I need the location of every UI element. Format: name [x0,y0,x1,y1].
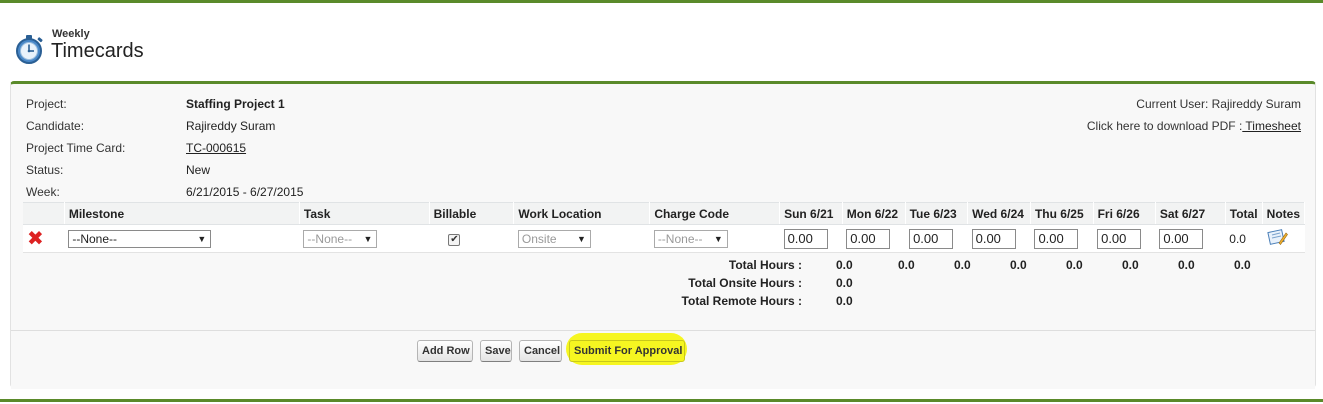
page-subtitle: Weekly [52,28,90,40]
delete-row-icon[interactable]: ✖ [27,228,44,250]
sat-hours-input[interactable]: 0.00 [1159,228,1204,249]
project-label: Project: [26,97,67,111]
col-header-task: Task [299,202,430,225]
col-header-mon: Mon 6/22 [842,202,906,225]
fri-hours-input[interactable]: 0.00 [1097,228,1142,249]
charge-code-select[interactable]: --None-- ▼ [653,229,728,248]
top-accent-line [0,0,1323,3]
stopwatch-icon [13,32,47,66]
col-header-wed: Wed 6/24 [967,202,1031,225]
thu-hours-input[interactable]: 0.00 [1034,228,1079,249]
work-location-select[interactable]: Onsite ▼ [517,229,591,248]
total-hours-tue: 0.0 [1010,258,1027,272]
task-select-value: --None-- [307,231,353,246]
chevron-down-icon: ▼ [197,233,207,244]
billable-checkbox[interactable]: ✔ [448,234,461,246]
row-total: 0.0 [1225,224,1263,253]
total-hours-fri: 0.0 [1178,258,1195,272]
col-header-milestone: Milestone [64,202,300,225]
status-value: New [186,163,211,177]
sun-hours-input[interactable]: 0.00 [783,228,828,249]
total-remote-hours-value: 0.0 [836,294,853,308]
table-header-row: Milestone Task Billable Work Location Ch… [23,202,1306,225]
chevron-down-icon: ▼ [363,233,373,244]
total-remote-hours-label: Total Remote Hours : [681,294,802,308]
col-header-notes: Notes [1262,202,1306,225]
col-header-charge-code: Charge Code [649,202,781,225]
button-bar: Add Row Save Cancel Submit For Approval [11,330,1315,389]
total-hours-wed: 0.0 [1066,258,1083,272]
timesheet-pdf-link[interactable]: Timesheet [1242,119,1301,133]
add-row-button[interactable]: Add Row [417,340,473,362]
table-row: ✖ --None-- ▼ --None-- ▼ ✔ Onsite ▼ --None--… [23,224,1305,253]
col-header-fri: Fri 6/26 [1093,202,1156,225]
timecard-table: Milestone Task Billable Work Location Ch… [23,202,1306,253]
bottom-accent-line [0,399,1323,402]
status-label: Status: [26,163,64,177]
col-header-billable: Billable [429,202,515,225]
charge-code-select-value: --None-- [657,231,703,246]
col-header-action [23,202,65,225]
total-hours-thu: 0.0 [1122,258,1139,272]
col-header-work-location: Work Location [513,202,651,225]
week-value: 6/21/2015 - 6/27/2015 [186,185,304,199]
col-header-tue: Tue 6/23 [905,202,969,225]
project-time-card-link[interactable]: TC-000615 [186,141,246,155]
chevron-down-icon: ▼ [576,233,586,244]
cancel-button[interactable]: Cancel [519,340,562,362]
total-hours-sat: 0.0 [1234,258,1251,272]
current-user: Current User: Rajireddy Suram [1136,97,1301,111]
col-header-sun: Sun 6/21 [779,202,843,225]
total-onsite-hours-label: Total Onsite Hours : [688,276,802,290]
col-header-total: Total [1225,202,1263,225]
page-title: Timecards [51,40,144,62]
milestone-select-value: --None-- [72,231,117,246]
timecard-panel: Project: Staffing Project 1 Candidate: R… [10,81,1316,389]
mon-hours-input[interactable]: 0.00 [846,228,891,249]
candidate-value: Rajireddy Suram [186,119,276,133]
tue-hours-input[interactable]: 0.00 [909,228,954,249]
project-time-card-label: Project Time Card: [26,141,126,155]
pdf-download-text: Click here to download PDF : [1086,119,1243,133]
chevron-down-icon: ▼ [713,233,723,244]
week-label: Week: [26,185,60,199]
total-hours-label: Total Hours : [728,258,802,272]
submit-for-approval-button[interactable]: Submit For Approval [569,340,685,362]
task-select[interactable]: --None-- ▼ [303,229,378,248]
candidate-label: Candidate: [26,119,85,133]
total-hours-mon: 0.0 [954,258,971,272]
total-hours-all: 0.0 [836,258,853,272]
col-header-thu: Thu 6/25 [1030,202,1094,225]
project-value: Staffing Project 1 [186,97,285,111]
total-onsite-hours-value: 0.0 [836,276,853,290]
notes-icon[interactable] [1266,229,1289,250]
total-hours-sun: 0.0 [898,258,915,272]
work-location-select-value: Onsite [521,231,557,246]
wed-hours-input[interactable]: 0.00 [971,228,1016,249]
pdf-download-row: Click here to download PDF : Timesheet [1087,119,1301,133]
col-header-sat: Sat 6/27 [1155,202,1226,225]
milestone-select[interactable]: --None-- ▼ [68,229,212,248]
save-button[interactable]: Save [480,340,512,362]
